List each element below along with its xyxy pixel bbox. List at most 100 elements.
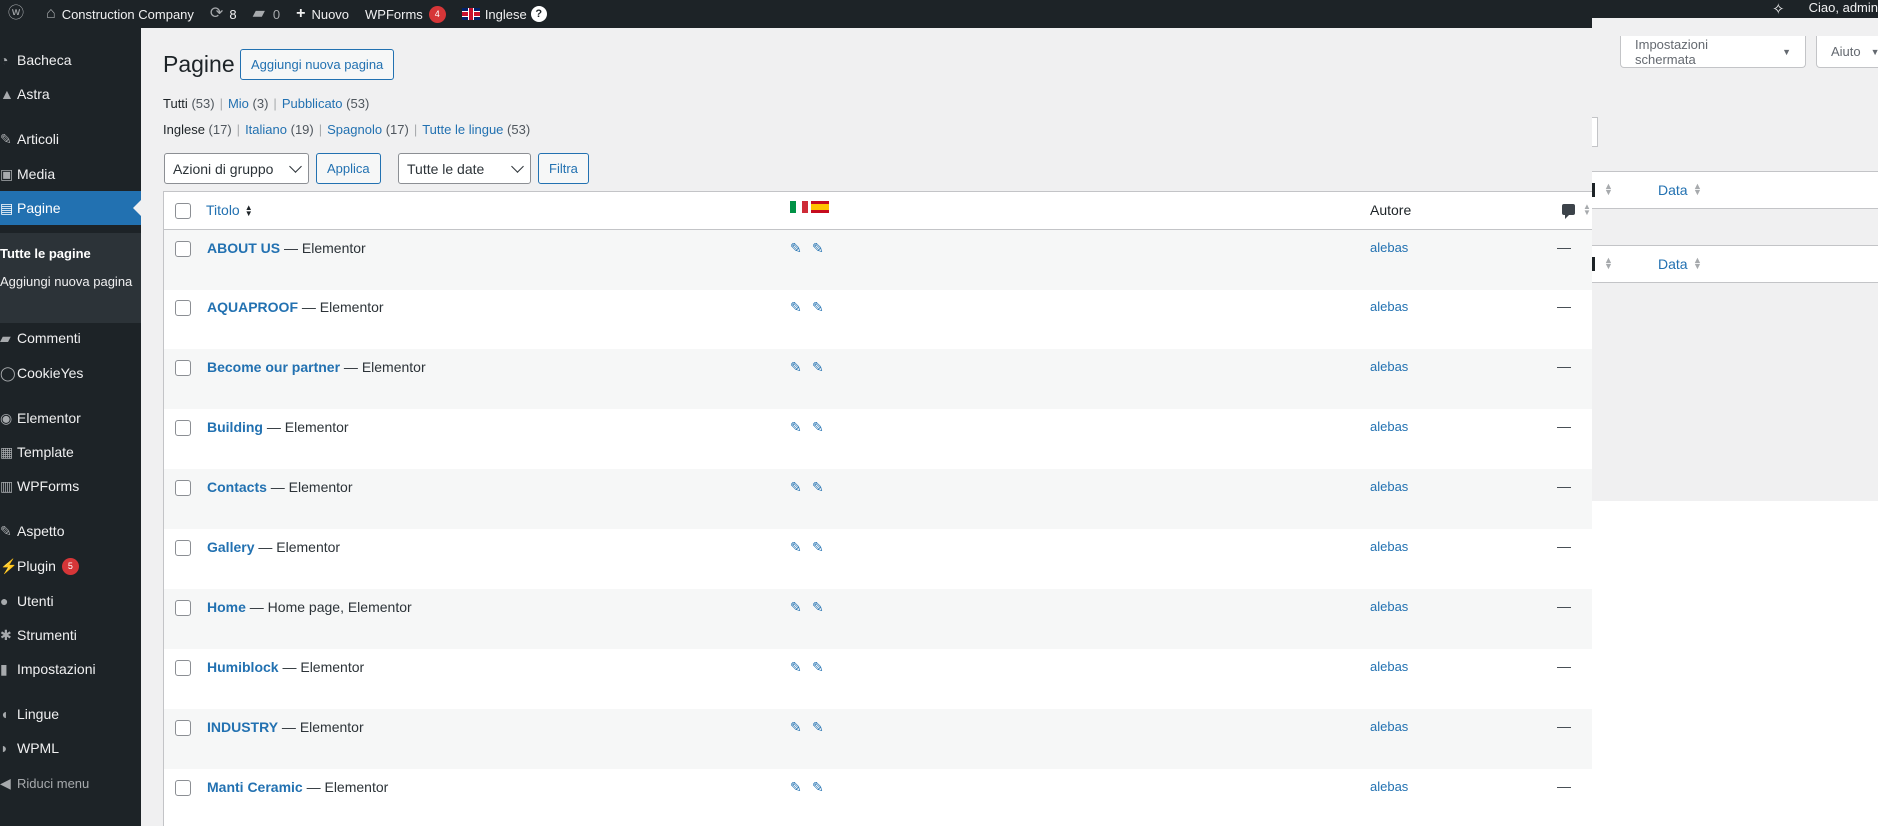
menu-articoli[interactable]: ✎ Articoli (0, 122, 141, 156)
page-title-link[interactable]: Become our partner (207, 359, 340, 375)
row-checkbox[interactable] (175, 720, 191, 736)
author-link[interactable]: alebas (1370, 659, 1408, 674)
date-filter-select[interactable]: Tutte le date (398, 153, 531, 184)
lang-filter-all[interactable]: Tutte le lingue (422, 122, 503, 137)
edit-italian-translation-icon[interactable]: ✎ (790, 240, 802, 257)
row-checkbox[interactable] (175, 660, 191, 676)
sparkle-icon[interactable]: ✧ (1772, 0, 1785, 18)
add-new-page-button[interactable]: Aggiungi nuova pagina (240, 49, 395, 80)
submenu-all-pages[interactable]: Tutte le pagine (0, 246, 91, 261)
page-title-link[interactable]: AQUAPROOF (207, 299, 298, 315)
comments-column-icon[interactable] (1562, 204, 1575, 219)
site-name-link[interactable]: ⌂ Construction Company (38, 0, 202, 28)
menu-aspetto[interactable]: ✎ Aspetto (0, 514, 141, 548)
menu-commenti[interactable]: ▰ Commenti (0, 321, 141, 355)
filter-mine[interactable]: Mio (228, 96, 249, 111)
sort-arrows-icon[interactable]: ▲ ▼ (1693, 182, 1702, 197)
page-title-link[interactable]: Manti Ceramic (207, 779, 303, 795)
title-column-header[interactable]: Titolo ▲ ▼ (206, 202, 253, 218)
row-checkbox[interactable] (175, 420, 191, 436)
edit-spanish-translation-icon[interactable]: ✎ (812, 359, 824, 376)
edit-spanish-translation-icon[interactable]: ✎ (812, 779, 824, 796)
row-checkbox[interactable] (175, 540, 191, 556)
edit-italian-translation-icon[interactable]: ✎ (790, 359, 802, 376)
edit-spanish-translation-icon[interactable]: ✎ (812, 719, 824, 736)
page-title-link[interactable]: Gallery (207, 539, 254, 555)
edit-italian-translation-icon[interactable]: ✎ (790, 779, 802, 796)
wpforms-menu[interactable]: WPForms 4 (357, 0, 454, 28)
edit-spanish-translation-icon[interactable]: ✎ (812, 539, 824, 556)
menu-media[interactable]: ▣ Media (0, 157, 141, 191)
row-checkbox[interactable] (175, 780, 191, 796)
menu-plugin[interactable]: ⚡ Plugin 5 (0, 549, 141, 583)
edit-spanish-translation-icon[interactable]: ✎ (812, 659, 824, 676)
menu-impostazioni[interactable]: ▮ Impostazioni (0, 652, 141, 686)
menu-template[interactable]: ▦ Template (0, 435, 141, 469)
edit-spanish-translation-icon[interactable]: ✎ (812, 240, 824, 257)
author-link[interactable]: alebas (1370, 299, 1408, 314)
updates-link[interactable]: ⟳ 8 (202, 0, 245, 28)
account-greeting[interactable]: Ciao, admin (1809, 0, 1878, 15)
page-title-link[interactable]: INDUSTRY (207, 719, 278, 735)
wp-logo[interactable]: ⓦ (0, 0, 38, 28)
submenu-add-page[interactable]: Aggiungi nuova pagina (0, 274, 132, 289)
menu-wpforms[interactable]: ▥ WPForms (0, 469, 141, 503)
apply-button[interactable]: Applica (316, 153, 381, 184)
edit-italian-translation-icon[interactable]: ✎ (790, 719, 802, 736)
row-checkbox[interactable] (175, 600, 191, 616)
filter-button[interactable]: Filtra (538, 153, 589, 184)
author-link[interactable]: alebas (1370, 599, 1408, 614)
author-link[interactable]: alebas (1370, 539, 1408, 554)
sort-arrows-icon[interactable]: ▲ ▼ (1604, 256, 1613, 271)
author-link[interactable]: alebas (1370, 240, 1408, 255)
edit-italian-translation-icon[interactable]: ✎ (790, 539, 802, 556)
edit-spanish-translation-icon[interactable]: ✎ (812, 479, 824, 496)
menu-pagine[interactable]: ▤ Pagine (0, 191, 141, 225)
lang-filter-spanish[interactable]: Spagnolo (327, 122, 382, 137)
author-link[interactable]: alebas (1370, 479, 1408, 494)
menu-lingue[interactable]: ◖ Lingue (0, 697, 141, 731)
page-title-link[interactable]: Humiblock (207, 659, 279, 675)
lang-filter-italian[interactable]: Italiano (245, 122, 287, 137)
collapse-menu[interactable]: ◀ Riduci menu (0, 766, 141, 800)
date-column-header[interactable]: Data (1658, 256, 1688, 272)
row-checkbox[interactable] (175, 241, 191, 257)
menu-astra[interactable]: ▲ Astra (0, 77, 141, 111)
filter-published[interactable]: Pubblicato (282, 96, 343, 111)
row-checkbox[interactable] (175, 300, 191, 316)
menu-utenti[interactable]: ● Utenti (0, 584, 141, 618)
new-content-menu[interactable]: + Nuovo (288, 0, 357, 28)
comments-link[interactable]: ▰ 0 (245, 0, 289, 28)
page-title-link[interactable]: Building (207, 419, 263, 435)
select-all-checkbox[interactable] (175, 203, 191, 219)
row-checkbox[interactable] (175, 360, 191, 376)
edit-italian-translation-icon[interactable]: ✎ (790, 599, 802, 616)
author-link[interactable]: alebas (1370, 359, 1408, 374)
language-switcher[interactable]: Inglese? (454, 0, 555, 28)
page-title-link[interactable]: Home (207, 599, 246, 615)
help-button[interactable]: Aiuto ▼ (1816, 36, 1878, 68)
author-link[interactable]: alebas (1370, 779, 1408, 794)
row-checkbox[interactable] (175, 480, 191, 496)
menu-cookieyes[interactable]: ◯ CookieYes (0, 356, 141, 390)
screen-options-button[interactable]: Impostazioni schermata ▼ (1620, 36, 1806, 68)
menu-elementor[interactable]: ◉ Elementor (0, 401, 141, 435)
edit-spanish-translation-icon[interactable]: ✎ (812, 299, 824, 316)
sort-arrows-icon[interactable]: ▲ ▼ (1604, 182, 1613, 197)
sort-arrows-icon[interactable]: ▲ ▼ (1583, 203, 1591, 217)
sort-arrows-icon[interactable]: ▲ ▼ (1693, 256, 1702, 271)
menu-bacheca[interactable]: ◔ Bacheca (0, 43, 141, 77)
edit-italian-translation-icon[interactable]: ✎ (790, 419, 802, 436)
filter-all[interactable]: Tutti (163, 96, 188, 111)
author-link[interactable]: alebas (1370, 419, 1408, 434)
bulk-actions-select[interactable]: Azioni di gruppo (164, 153, 309, 184)
author-link[interactable]: alebas (1370, 719, 1408, 734)
edit-spanish-translation-icon[interactable]: ✎ (812, 599, 824, 616)
lang-filter-english[interactable]: Inglese (163, 122, 205, 137)
edit-italian-translation-icon[interactable]: ✎ (790, 659, 802, 676)
edit-spanish-translation-icon[interactable]: ✎ (812, 419, 824, 436)
menu-wpml[interactable]: ◗ WPML (0, 731, 141, 765)
date-column-header[interactable]: Data (1658, 182, 1688, 198)
edit-italian-translation-icon[interactable]: ✎ (790, 479, 802, 496)
menu-strumenti[interactable]: ✱ Strumenti (0, 618, 141, 652)
